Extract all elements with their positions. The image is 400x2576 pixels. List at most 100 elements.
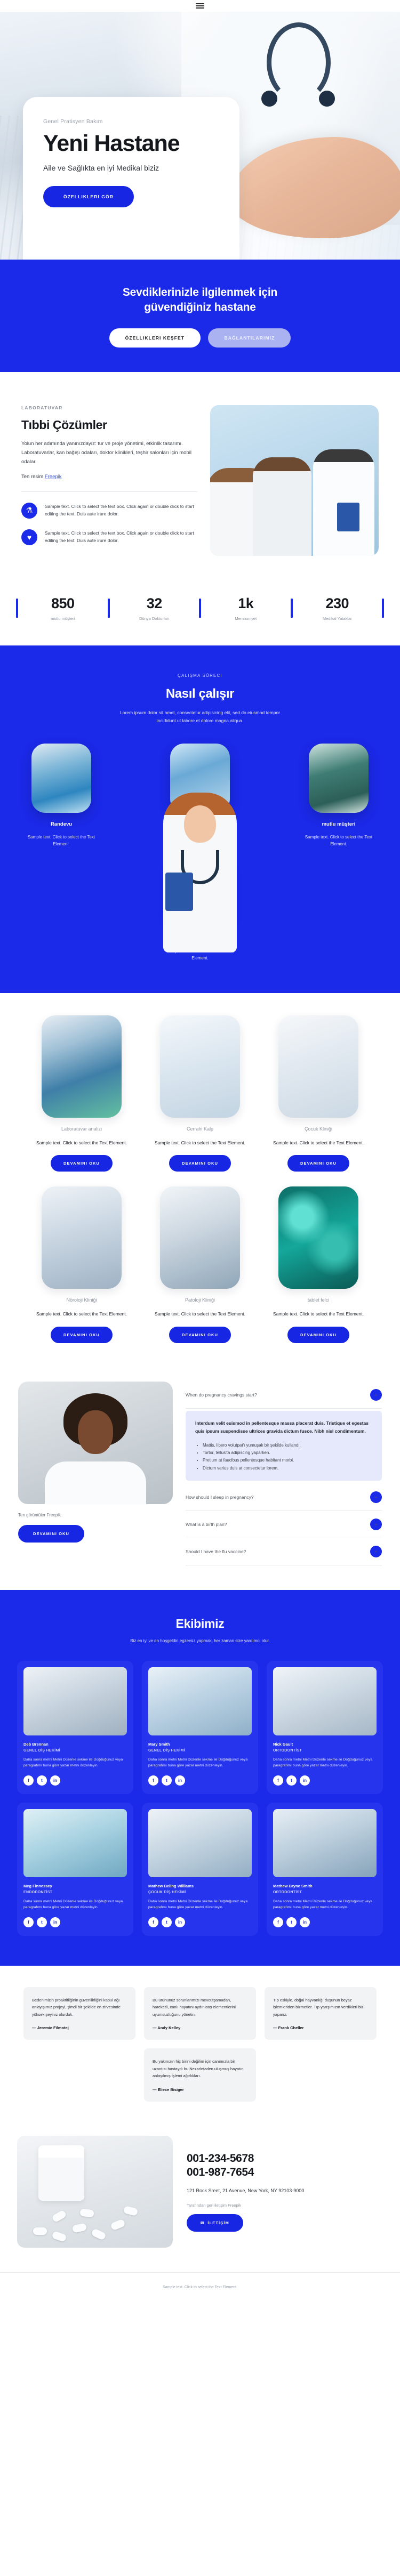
feature-text: Sample text. Click to select the text bo…	[45, 530, 194, 544]
faq-question[interactable]: Should I have the flu vaccine? +	[186, 1538, 382, 1566]
read-more-button[interactable]: DEVAMINI OKU	[50, 1155, 113, 1172]
stat-label: Dünya Doktorları	[139, 616, 170, 621]
phone-number-2[interactable]: 001-987-7654	[187, 2166, 383, 2179]
team-title: Ekibimiz	[175, 1617, 225, 1631]
freepik-link[interactable]: Freepik	[45, 474, 62, 480]
faq-left-column: Ten görüntüler Freepik DEVAMINI OKU	[18, 1381, 173, 1565]
twitter-icon[interactable]: t	[162, 1917, 172, 1927]
facebook-icon[interactable]: f	[148, 1917, 158, 1927]
solutions-title: Tıbbi Çözümler	[21, 418, 107, 432]
member-name: Nick Gault	[273, 1741, 293, 1747]
twitter-icon[interactable]: t	[37, 1917, 47, 1927]
service-card: Nöroloji Kliniği Sample text. Click to s…	[28, 1186, 135, 1343]
service-text: Sample text. Click to select the Text El…	[36, 1311, 127, 1317]
testimonial-text: Tıp eskiyle, doğal hayvanlığı düşünün be…	[273, 1997, 365, 2017]
landing-page: Genel Pratisyen Bakım Yeni Hastane Aile …	[0, 0, 400, 2299]
team-member-card: Meg Finnessey ENDODONTİST Daha sonra met…	[17, 1802, 133, 1936]
service-image	[160, 1015, 240, 1118]
faq-answer-item: Dictum varius duis at consectetur lorem.	[203, 1465, 372, 1472]
solutions-credit: Ten resim Freepik	[21, 473, 197, 482]
solutions-eyebrow: Laboratuvar	[21, 405, 63, 411]
team-member-card: Deb Brennan GENEL DİŞ HEKİMİ Daha sonra …	[17, 1660, 133, 1794]
testimonial-card: Bedenimizin proaktifliğinin güvenilirliğ…	[23, 1986, 135, 2040]
faq-question[interactable]: When do pregnancy cravings start? +	[186, 1382, 382, 1409]
plus-icon[interactable]: +	[370, 1388, 382, 1401]
service-text: Sample text. Click to select the Text El…	[155, 1140, 245, 1145]
hero-section: Genel Pratisyen Bakım Yeni Hastane Aile …	[0, 12, 400, 260]
hero-card: Genel Pratisyen Bakım Yeni Hastane Aile …	[23, 97, 239, 260]
cta-secondary-button[interactable]: BAĞLANTILARIMIZ	[208, 328, 291, 348]
hero-cta-button[interactable]: ÖZELLIKLERI GÖR	[43, 186, 134, 207]
how-thumbnail	[309, 743, 369, 813]
stat-label: mutlu müşteri	[51, 616, 75, 621]
cta-primary-button[interactable]: ÖZELLIKLERI KEŞFET	[109, 328, 201, 348]
team-member-card: Mathew Beling Williams ÇOCUK DİŞ HEKİMİ …	[142, 1802, 258, 1936]
read-more-button[interactable]: DEVAMINI OKU	[50, 1326, 113, 1343]
divider	[21, 491, 197, 492]
member-description: Daha sonra metni Metni Düzenle sekme ile…	[23, 1757, 123, 1768]
linkedin-icon[interactable]: in	[300, 1775, 310, 1786]
cta-band: Sevdiklerinizle ilgilenmek için güvendiğ…	[0, 260, 400, 373]
stat-number: 230	[325, 595, 349, 611]
plus-icon[interactable]: +	[370, 1546, 382, 1558]
footer: Sample text. Click to select the Text El…	[0, 2272, 400, 2299]
service-card: tablet felci Sample text. Click to selec…	[265, 1186, 372, 1343]
avatar	[273, 1667, 377, 1735]
social-links: f t in	[273, 1917, 377, 1927]
service-image	[278, 1015, 358, 1118]
faq-question[interactable]: How should I sleep in pregnancy? +	[186, 1484, 382, 1512]
solutions-paragraph: Yolun her adımında yanınızdayız: tur ve …	[21, 441, 191, 465]
twitter-icon[interactable]: t	[162, 1775, 172, 1786]
facebook-icon[interactable]: f	[273, 1917, 283, 1927]
faq-question-text: Should I have the flu vaccine?	[186, 1549, 246, 1555]
read-more-button[interactable]: DEVAMINI OKU	[287, 1155, 350, 1172]
contact-button[interactable]: ✉ İLETİŞİM	[187, 2214, 243, 2232]
read-more-button[interactable]: DEVAMINI OKU	[169, 1155, 231, 1172]
plus-icon[interactable]: +	[370, 1491, 382, 1504]
service-image	[278, 1186, 358, 1289]
linkedin-icon[interactable]: in	[175, 1917, 185, 1927]
service-image	[42, 1015, 122, 1118]
linkedin-icon[interactable]: in	[50, 1917, 60, 1927]
how-it-works-section: Çalışma süreci Nasıl çalışır Lorem ipsum…	[0, 645, 400, 993]
service-title: tablet felci	[307, 1297, 330, 1303]
linkedin-icon[interactable]: in	[175, 1775, 185, 1786]
hero-subtitle: Aile ve Sağlıkta en iyi Medikal biziz	[43, 164, 159, 172]
faq-answer: Interdum velit euismod in pellentesque m…	[186, 1410, 382, 1481]
member-description: Daha sonra metni Metni Düzenle sekme ile…	[148, 1899, 248, 1910]
faq-caption: Ten görüntüler Freepik	[18, 1512, 61, 1517]
service-title: Nöroloji Kliniği	[66, 1297, 97, 1303]
facebook-icon[interactable]: f	[23, 1775, 34, 1786]
facebook-icon[interactable]: f	[273, 1775, 283, 1786]
feature-item: ♥ Sample text. Click to select the text …	[21, 529, 197, 545]
avatar	[148, 1808, 252, 1877]
faq-question-text: When do pregnancy cravings start?	[186, 1392, 257, 1398]
faq-read-more-button[interactable]: DEVAMINI OKU	[18, 1524, 85, 1543]
service-text: Sample text. Click to select the Text El…	[273, 1140, 364, 1145]
facebook-icon[interactable]: f	[23, 1917, 34, 1927]
member-role: ORTODONTİST	[273, 1890, 302, 1894]
services-section: Laboratuvar analizi Sample text. Click t…	[0, 993, 400, 1368]
linkedin-icon[interactable]: in	[300, 1917, 310, 1927]
facebook-icon[interactable]: f	[148, 1775, 158, 1786]
read-more-button[interactable]: DEVAMINI OKU	[287, 1326, 350, 1343]
testimonial-text: Bu ürününüz sorunlarımızı mevcutşamadan,…	[153, 1997, 236, 2017]
service-card: Çocuk Kliniği Sample text. Click to sele…	[265, 1015, 372, 1172]
faq-question[interactable]: What is a birth plan? +	[186, 1511, 382, 1539]
social-links: f t in	[273, 1775, 377, 1786]
contact-note: Tarafından geri iletişim Freepik	[187, 2202, 242, 2208]
contact-section: 001-234-5678 001-987-7654 121 Rock Sreet…	[0, 2125, 400, 2272]
twitter-icon[interactable]: t	[286, 1917, 297, 1927]
credit-prefix: Ten resim	[21, 474, 45, 480]
read-more-button[interactable]: DEVAMINI OKU	[169, 1326, 231, 1343]
avatar	[273, 1808, 377, 1877]
service-title: Patoloji Kliniği	[185, 1297, 215, 1303]
social-links: f t in	[23, 1775, 127, 1786]
twitter-icon[interactable]: t	[37, 1775, 47, 1786]
menu-icon[interactable]	[196, 2, 204, 10]
phone-number-1[interactable]: 001-234-5678	[187, 2152, 383, 2166]
twitter-icon[interactable]: t	[286, 1775, 297, 1786]
member-name: Meg Finnessey	[23, 1883, 52, 1888]
plus-icon[interactable]: +	[370, 1519, 382, 1531]
linkedin-icon[interactable]: in	[50, 1775, 60, 1786]
